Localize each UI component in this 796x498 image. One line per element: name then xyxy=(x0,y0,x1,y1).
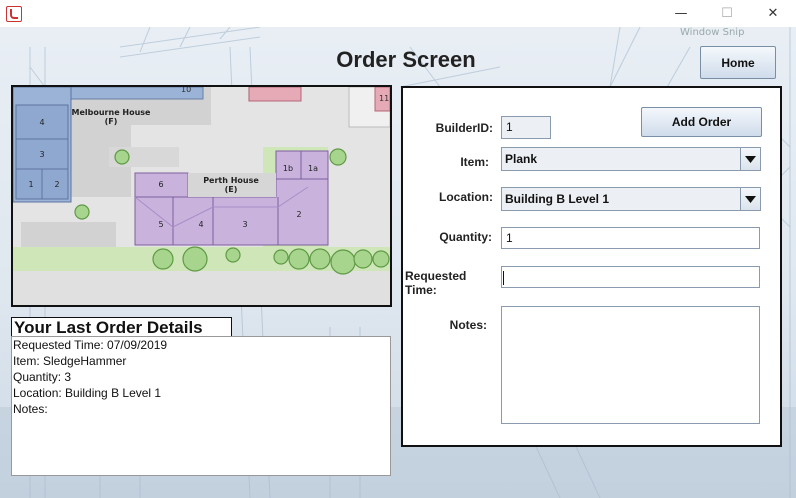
location-label: Location: xyxy=(439,190,493,204)
map-unit-1-left: 1 xyxy=(28,180,33,189)
text-caret xyxy=(503,270,504,285)
map-unit-5: 5 xyxy=(158,220,163,229)
map-label-11: 11 xyxy=(379,94,389,103)
item-select-value: Plank xyxy=(505,152,538,166)
java-app-icon xyxy=(6,6,22,22)
location-select[interactable]: Building B Level 1 xyxy=(501,187,761,211)
map-unit-2-left: 2 xyxy=(54,180,59,189)
last-order-notes: Notes: xyxy=(13,402,48,416)
map-unit-2: 2 xyxy=(296,210,301,219)
item-dropdown-arrow-icon[interactable] xyxy=(740,148,760,170)
item-label: Item: xyxy=(460,155,489,169)
map-unit-6: 6 xyxy=(158,180,163,189)
location-select-value: Building B Level 1 xyxy=(505,192,610,206)
map-unit-4: 4 xyxy=(198,220,203,229)
window-snip-label: Window Snip xyxy=(680,27,745,38)
maximize-button[interactable]: ☐ xyxy=(704,0,750,27)
quantity-label: Quantity: xyxy=(439,230,492,244)
last-order-quantity: Quantity: 3 xyxy=(13,370,72,384)
perth-house-label: Perth House xyxy=(203,176,259,185)
home-button[interactable]: Home xyxy=(700,46,776,79)
last-order-item: Item: SledgeHammer xyxy=(13,354,127,368)
map-label-10: 10 xyxy=(181,87,191,94)
location-dropdown-arrow-icon[interactable] xyxy=(740,188,760,210)
last-order-requested-time: Requested Time: 07/09/2019 xyxy=(13,338,168,352)
site-map-drawing: 10 11 4 3 1 2 Melbourne House (F) 6 5 4 … xyxy=(13,87,390,305)
map-unit-3-left: 3 xyxy=(39,150,44,159)
minimize-button[interactable]: — xyxy=(658,0,704,27)
builder-id-field[interactable]: 1 xyxy=(501,116,551,139)
window-titlebar: — ☐ ✕ xyxy=(0,0,796,27)
close-button[interactable]: ✕ xyxy=(750,0,796,27)
site-map: 10 11 4 3 1 2 Melbourne House (F) 6 5 4 … xyxy=(11,85,392,307)
requested-time-field[interactable] xyxy=(501,266,760,288)
last-order-details: Requested Time: 07/09/2019 Item: SledgeH… xyxy=(11,336,391,476)
last-order-location: Location: Building B Level 1 xyxy=(13,386,162,400)
builder-id-label: BuilderID: xyxy=(435,121,493,135)
quantity-field[interactable]: 1 xyxy=(501,227,760,249)
map-unit-1b: 1b xyxy=(283,164,293,173)
notes-textarea[interactable] xyxy=(501,306,760,424)
perth-house-code: (E) xyxy=(225,185,238,194)
map-unit-1a: 1a xyxy=(308,164,318,173)
page-title: Order Screen xyxy=(336,47,476,72)
melbourne-house-code: (F) xyxy=(105,117,118,126)
notes-label: Notes: xyxy=(449,318,487,332)
last-order-heading: Your Last Order Details xyxy=(11,317,232,338)
add-order-button[interactable]: Add Order xyxy=(641,107,762,137)
map-unit-4-left: 4 xyxy=(39,118,44,127)
melbourne-house-label: Melbourne House xyxy=(72,108,152,117)
item-select[interactable]: Plank xyxy=(501,147,761,171)
map-unit-3: 3 xyxy=(242,220,247,229)
requested-time-label: Requested Time: xyxy=(405,269,467,297)
